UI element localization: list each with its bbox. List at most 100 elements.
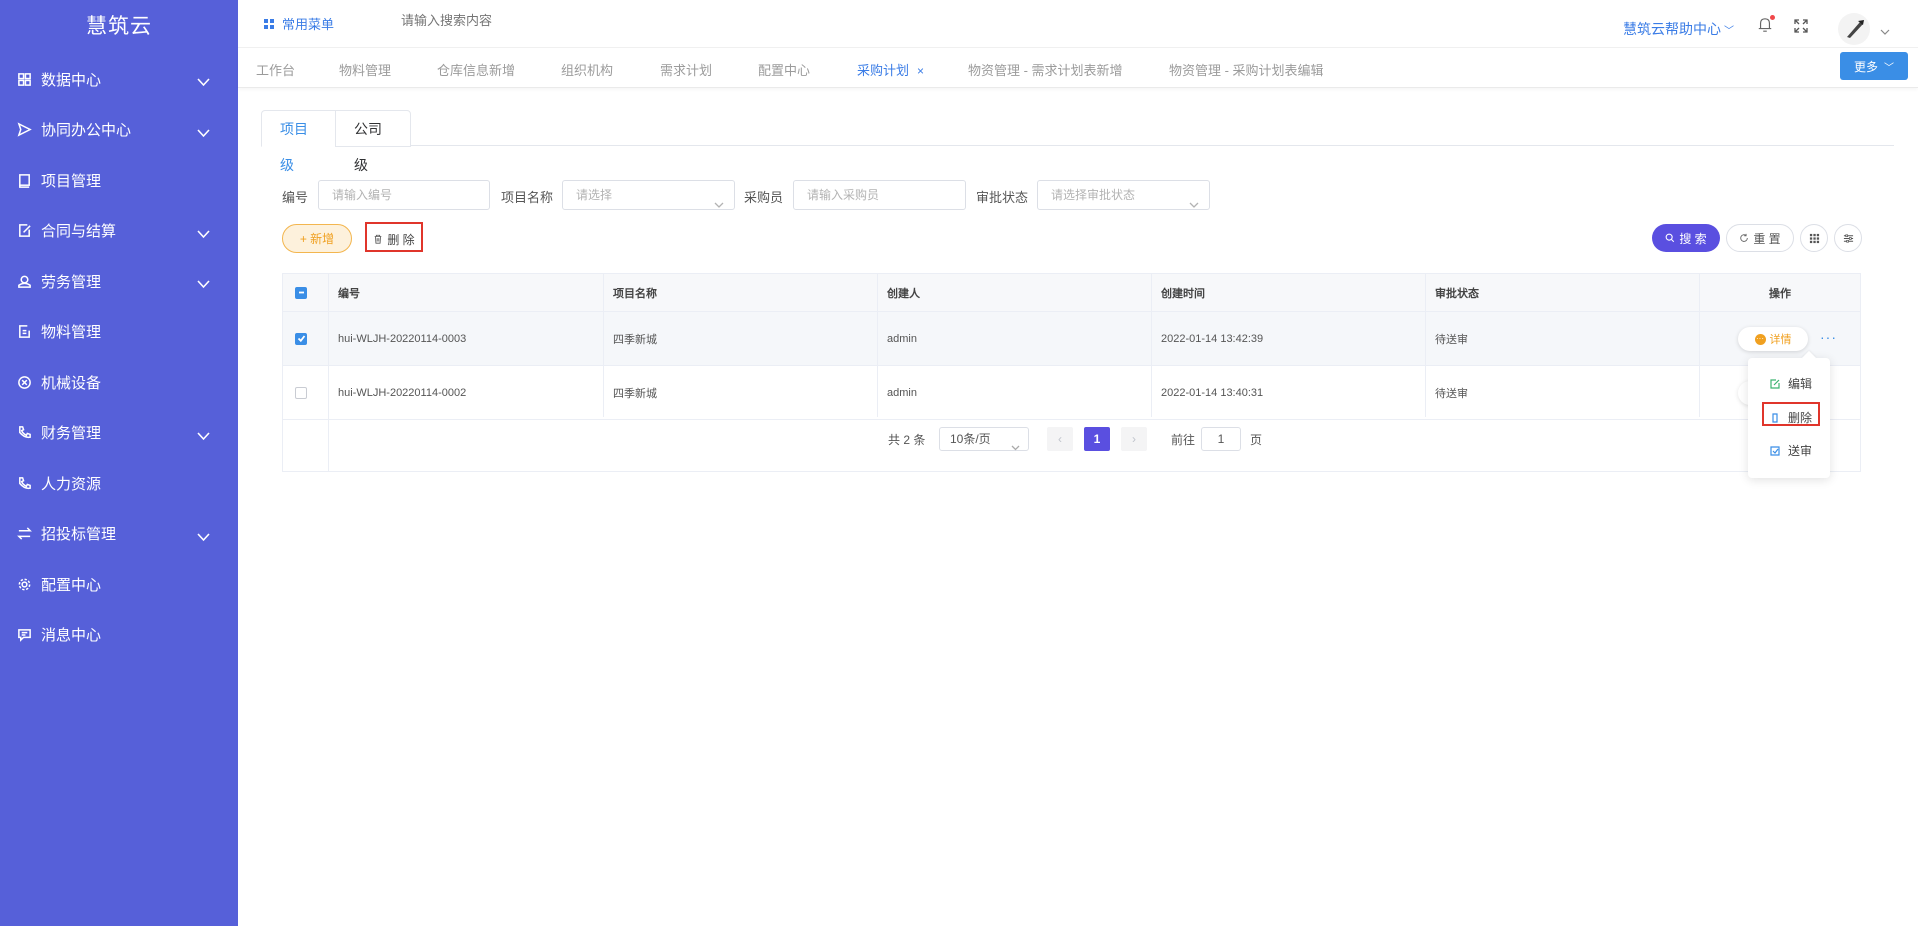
table-row[interactable]: hui-WLJH-20220114-0003 四季新城 admin 2022-0… [283, 312, 1860, 366]
cell-status: 待送审 [1435, 333, 1468, 346]
goto-label: 前往 [1171, 433, 1196, 447]
column-divider [1425, 274, 1426, 417]
chevron-down-icon [714, 191, 724, 219]
sidebar-item-project-management[interactable]: 项目管理 [0, 155, 238, 206]
more-tabs-button[interactable]: 更多 ﹀ [1840, 52, 1908, 80]
cell-creator: admin [887, 386, 917, 399]
close-icon[interactable]: × [917, 64, 924, 78]
row-checkbox[interactable] [283, 312, 328, 365]
prev-page-button[interactable]: ‹ [1047, 427, 1073, 451]
tab-warehouse-add[interactable]: 仓库信息新增 [437, 60, 515, 79]
cell-creator: admin [887, 332, 917, 345]
top-header: 常用菜单 慧筑云帮助中心﹀ [238, 0, 1918, 48]
dropdown-item-submit-review[interactable]: 送审 [1770, 442, 1812, 459]
sidebar-item-label: 人力资源 [41, 475, 102, 493]
sidebar-item-machinery[interactable]: 机械设备 [0, 357, 238, 408]
pagination: 共 2 条 10条/页 ‹ 1 › 前往 1 页 [283, 420, 1860, 458]
reset-button[interactable]: 重 置 [1726, 224, 1794, 252]
goto-page-input[interactable]: 1 [1201, 427, 1241, 451]
sidebar-item-config-center[interactable]: 配置中心 [0, 559, 238, 610]
refresh-icon [1740, 233, 1749, 242]
search-button[interactable]: 搜 索 [1652, 224, 1720, 252]
sidebar-item-label: 物料管理 [41, 324, 102, 342]
select-all-checkbox[interactable] [283, 274, 328, 311]
transfer-icon [16, 526, 32, 542]
sidebar-item-label: 机械设备 [41, 374, 102, 392]
fullscreen-icon[interactable] [1793, 18, 1809, 34]
phone-icon [16, 475, 32, 491]
detail-button[interactable]: ··· 详情 [1738, 327, 1808, 351]
book-icon [16, 172, 32, 188]
avatar[interactable] [1838, 13, 1870, 45]
chevron-down-icon [197, 428, 210, 445]
sidebar-item-material-management[interactable]: 物料管理 [0, 307, 238, 358]
sidebar-item-bidding[interactable]: 招投标管理 [0, 509, 238, 560]
next-page-button[interactable]: › [1121, 427, 1147, 451]
reset-label: 重 置 [1753, 231, 1781, 246]
code-input[interactable]: 请输入编号 [318, 180, 490, 210]
tab-purchase-plan[interactable]: 采购计划 × [857, 60, 924, 79]
tab-organization[interactable]: 组织机构 [561, 60, 613, 79]
select-placeholder: 请选择 [576, 188, 613, 202]
approval-status-select[interactable]: 请选择审批状态 [1037, 180, 1210, 210]
col-project-name: 项目名称 [613, 287, 657, 300]
common-menu-button[interactable]: 常用菜单 [264, 14, 334, 33]
tab-company-level[interactable]: 公司级 [335, 110, 411, 173]
dropdown-item-edit[interactable]: 编辑 [1770, 375, 1812, 392]
tab-demand-plan[interactable]: 需求计划 [660, 60, 712, 79]
tab-material-management[interactable]: 物料管理 [339, 60, 391, 79]
notification-dot [1770, 15, 1775, 20]
help-center-dropdown[interactable]: 慧筑云帮助中心 ﹀ [1623, 19, 1734, 39]
table-row[interactable]: hui-WLJH-20220114-0002 四季新城 admin 2022-0… [283, 366, 1860, 420]
sidebar-item-data-center[interactable]: 数据中心 [0, 54, 238, 105]
tab-workbench[interactable]: 工作台 [256, 60, 295, 79]
worker-icon [16, 273, 32, 289]
sidebar-item-labor-management[interactable]: 劳务管理 [0, 256, 238, 307]
highlight-box [1762, 402, 1820, 426]
page-size-value: 10条/页 [950, 432, 991, 446]
dropdown-label: 送审 [1788, 444, 1813, 458]
page-number-current[interactable]: 1 [1084, 427, 1110, 451]
page-size-select[interactable]: 10条/页 [939, 427, 1029, 451]
sidebar-item-finance[interactable]: 财务管理 [0, 408, 238, 459]
sidebar-item-label: 招投标管理 [41, 526, 117, 544]
tab-config-center[interactable]: 配置中心 [758, 60, 810, 79]
sidebar-item-message-center[interactable]: 消息中心 [0, 610, 238, 661]
cell-time: 2022-01-14 13:40:31 [1161, 386, 1264, 399]
sidebar-item-label: 合同与结算 [41, 223, 117, 241]
app-logo-title: 慧筑云 [86, 15, 152, 38]
bell-icon[interactable] [1757, 15, 1775, 36]
select-placeholder: 请选择审批状态 [1051, 188, 1136, 202]
search-input[interactable] [401, 13, 601, 28]
sidebar-item-hr[interactable]: 人力资源 [0, 458, 238, 509]
main-content: 项目级 公司级 编号 请输入编号 项目名称 请选择 采购员 请输入采购员 审批状… [238, 88, 1918, 926]
add-button[interactable]: + 新增 [282, 224, 352, 253]
chevron-down-icon [197, 125, 210, 142]
filter-settings-button[interactable] [1834, 224, 1862, 252]
send-icon [16, 122, 32, 138]
more-actions-icon[interactable]: ··· [1820, 329, 1837, 345]
column-settings-button[interactable] [1800, 224, 1828, 252]
col-code: 编号 [338, 287, 360, 300]
tab-purchase-plan-edit[interactable]: 物资管理 - 采购计划表编辑 [1169, 60, 1324, 79]
chevron-down-icon [197, 74, 210, 91]
sidebar-item-collab-office[interactable]: 协同办公中心 [0, 105, 238, 156]
cell-time: 2022-01-14 13:42:39 [1161, 332, 1264, 345]
tab-demand-plan-add[interactable]: 物资管理 - 需求计划表新增 [968, 60, 1123, 79]
submit-review-icon [1770, 445, 1780, 456]
chevron-down-icon[interactable] [1880, 23, 1890, 41]
sidebar-item-label: 数据中心 [41, 71, 102, 89]
sidebar: 慧筑云 数据中心 协同办公中心 项目管理 合同与结算 劳务管理 物料管理 机械设… [0, 0, 238, 926]
project-name-label: 项目名称 [501, 190, 554, 205]
search-label: 搜 索 [1679, 231, 1707, 246]
row-checkbox[interactable] [283, 366, 328, 419]
chevron-down-icon [1011, 436, 1020, 458]
col-actions: 操作 [1769, 287, 1791, 300]
row-actions-dropdown: 编辑 删除 送审 [1748, 350, 1830, 478]
project-name-select[interactable]: 请选择 [562, 180, 735, 210]
col-approval-status: 审批状态 [1435, 287, 1479, 300]
buyer-input[interactable]: 请输入采购员 [793, 180, 966, 210]
column-divider [877, 274, 878, 417]
sidebar-item-contract-settlement[interactable]: 合同与结算 [0, 206, 238, 257]
tab-project-level[interactable]: 项目级 [261, 110, 336, 173]
